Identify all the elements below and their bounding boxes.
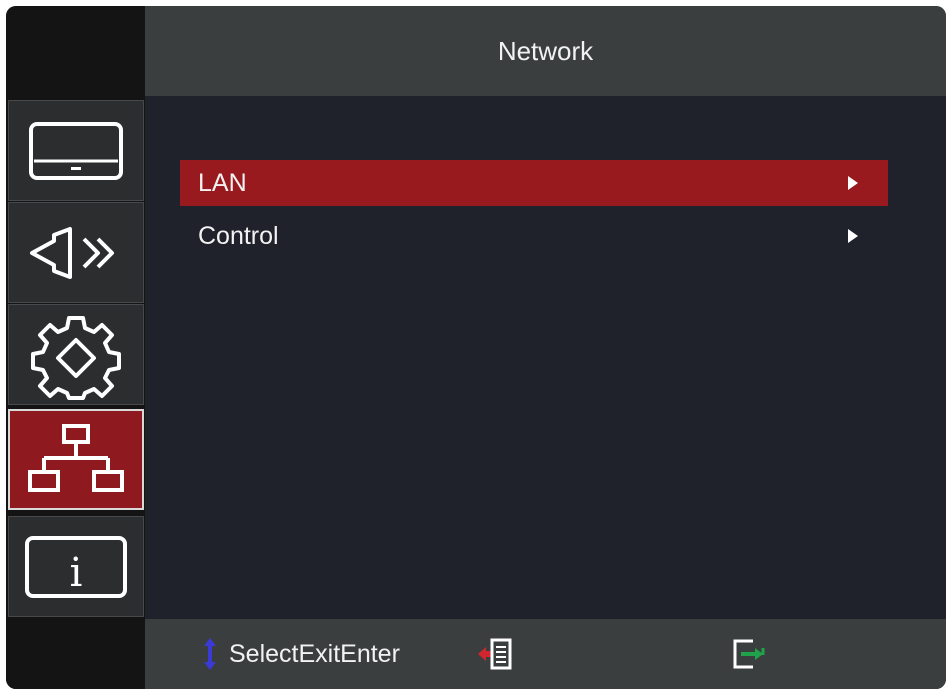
exit-icon [478, 638, 512, 670]
key-hint-bar: SelectExitEnter [145, 619, 946, 689]
enter-icon [733, 639, 765, 669]
menu-item-label: Control [198, 221, 279, 250]
menu-item-lan[interactable]: LAN [180, 160, 888, 206]
key-hint-text: SelectExitEnter [229, 639, 400, 668]
tab-settings[interactable] [8, 304, 144, 405]
tab-display[interactable] [8, 100, 144, 201]
tab-info[interactable]: i [8, 516, 144, 617]
info-icon: i [25, 535, 127, 598]
enter-hint [727, 619, 767, 689]
updown-arrow-icon [204, 638, 216, 670]
tab-column: i [6, 6, 145, 689]
tab-projector[interactable] [8, 202, 144, 303]
projector-icon [30, 226, 114, 279]
page-title-bar: Network [145, 6, 946, 96]
menu-item-label: LAN [198, 168, 247, 197]
submenu-arrow-icon [848, 229, 858, 243]
network-icon [28, 423, 124, 492]
menu-item-control[interactable]: Control [180, 213, 888, 259]
tab-network[interactable] [8, 409, 144, 510]
osd-menu-window: i Network LAN Control SelectExitEnter [6, 6, 946, 689]
page-title: Network [497, 35, 594, 66]
menu-content: LAN Control [145, 96, 946, 619]
submenu-arrow-icon [848, 176, 858, 190]
select-hint: SelectExitEnter [201, 619, 400, 689]
svg-text:i: i [70, 550, 83, 596]
exit-hint [476, 619, 516, 689]
settings-gear-icon [31, 315, 121, 400]
display-icon [29, 121, 123, 180]
